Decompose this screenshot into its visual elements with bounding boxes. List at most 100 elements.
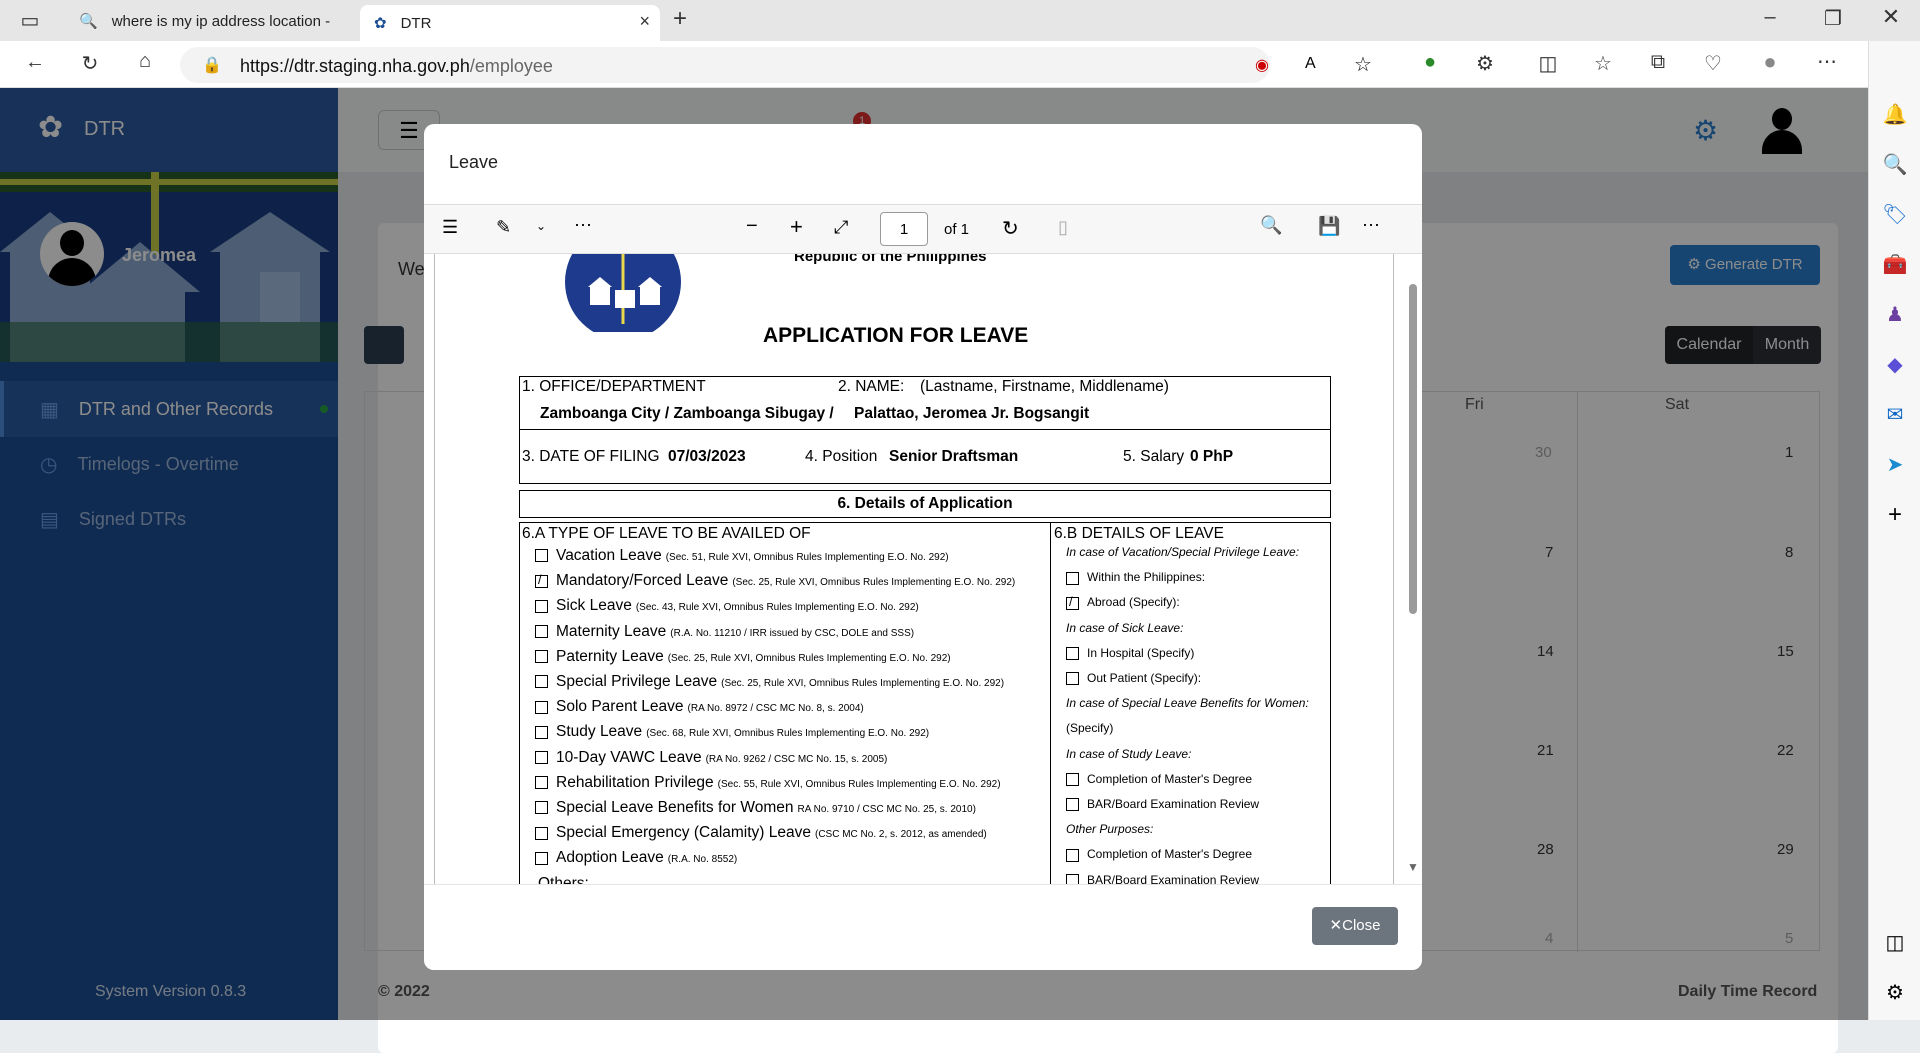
tab-title: where is my ip address location - bbox=[111, 12, 331, 30]
close-tab-icon[interactable]: × bbox=[639, 11, 650, 32]
address-bar-row: ← ↻ ⌂ 🔒 https://dtr.staging.nha.gov.ph/e… bbox=[0, 41, 1920, 88]
scroll-down-icon[interactable]: ▼ bbox=[1407, 860, 1419, 874]
leave-detail-text: Other Purposes: bbox=[1066, 822, 1154, 837]
page-number-input[interactable]: 1 bbox=[880, 212, 928, 246]
split-screen-icon[interactable]: ◫ bbox=[1533, 51, 1563, 76]
sidebar-toggle-icon[interactable]: ◫ bbox=[1881, 929, 1909, 957]
tools-icon[interactable]: 🧰 bbox=[1881, 251, 1909, 279]
leave-detail-text: In case of Sick Leave: bbox=[1066, 620, 1184, 635]
page-view-icon[interactable]: ▯ bbox=[1058, 217, 1068, 238]
checkbox[interactable] bbox=[535, 751, 548, 764]
microsoft365-icon[interactable]: ◆ bbox=[1881, 351, 1909, 379]
name-label: 2. NAME: bbox=[838, 378, 905, 395]
leave-type-row: Paternity Leave (Sec. 25, Rule XVI, Omnib… bbox=[535, 648, 951, 666]
read-aloud-icon[interactable]: A bbox=[1305, 55, 1316, 73]
outlook-icon[interactable]: ✉ bbox=[1881, 401, 1909, 429]
checkbox[interactable] bbox=[1066, 647, 1079, 661]
leave-type-label: Maternity Leave bbox=[556, 622, 667, 640]
performance-icon[interactable]: ♡ bbox=[1698, 51, 1728, 76]
checkbox[interactable] bbox=[535, 801, 548, 815]
new-tab-icon[interactable]: + bbox=[665, 5, 695, 33]
profile-icon[interactable]: ● bbox=[1755, 49, 1785, 75]
nha-logo-icon: ✿ bbox=[374, 15, 387, 32]
extensions-icon[interactable]: ⚙ bbox=[1470, 51, 1500, 76]
favorites-icon[interactable]: ☆ bbox=[1588, 51, 1618, 76]
url-text: https://dtr.staging.nha.gov.ph/employee bbox=[240, 56, 553, 76]
close-label: Close bbox=[1342, 917, 1381, 934]
home-icon[interactable]: ⌂ bbox=[130, 50, 160, 73]
pdf-scrollbar[interactable]: ▲ ▼ bbox=[1404, 254, 1422, 884]
checkbox[interactable] bbox=[535, 675, 548, 689]
leave-detail-text: BAR/Board Examination Review bbox=[1087, 797, 1260, 811]
checkbox[interactable] bbox=[535, 851, 548, 865]
leave-type-ref: (Sec. 25, Rule XVI, Omnibus Rules Implem… bbox=[667, 652, 951, 664]
close-window-icon[interactable]: ✕ bbox=[1876, 4, 1906, 30]
zoom-out-icon[interactable]: − bbox=[746, 215, 758, 238]
more-icon[interactable]: ⋯ bbox=[1362, 215, 1380, 236]
checkbox[interactable] bbox=[535, 776, 548, 790]
leave-type-row: Adoption Leave (R.A. No. 8552) bbox=[535, 849, 737, 867]
collections-icon[interactable]: ⧉ bbox=[1643, 51, 1673, 74]
back-icon[interactable]: ← bbox=[20, 51, 50, 74]
leave-detail-text: In Hospital (Specify) bbox=[1087, 645, 1195, 660]
draw-icon[interactable]: ✎ bbox=[496, 217, 511, 238]
browser-tab-search[interactable]: 🔍 where is my ip address location - bbox=[65, 5, 355, 37]
games-icon[interactable]: ♟ bbox=[1881, 301, 1909, 329]
checkbox[interactable] bbox=[535, 625, 548, 638]
notifications-icon[interactable]: 🔔 bbox=[1881, 101, 1909, 129]
scroll-thumb[interactable] bbox=[1409, 284, 1417, 614]
refresh-icon[interactable]: ↻ bbox=[75, 51, 105, 76]
restore-icon[interactable]: ❐ bbox=[1818, 6, 1848, 31]
checkbox[interactable] bbox=[1066, 773, 1079, 787]
settings-icon[interactable]: ⚙ bbox=[1881, 979, 1909, 1007]
zoom-in-icon[interactable]: + bbox=[790, 214, 803, 240]
url-field[interactable]: 🔒 https://dtr.staging.nha.gov.ph/employe… bbox=[180, 47, 1372, 83]
search-icon[interactable]: 🔍 bbox=[1260, 215, 1282, 236]
browser-tab-dtr[interactable]: ✿ DTR × bbox=[360, 5, 660, 41]
checkbox[interactable] bbox=[535, 725, 548, 739]
checkbox[interactable] bbox=[1066, 873, 1079, 884]
tab-actions-icon[interactable]: ▭ bbox=[15, 8, 45, 33]
checkbox[interactable] bbox=[1066, 571, 1079, 585]
save-icon[interactable]: 💾 bbox=[1318, 216, 1340, 237]
leave-detail-row: In case of Sick Leave: bbox=[1066, 621, 1183, 635]
edge-sidebar: 🔔 🔍 🏷 🧰 ♟ ◆ ✉ ➤ + ◫ ⚙ bbox=[1868, 41, 1920, 1020]
checkbox[interactable] bbox=[535, 549, 548, 563]
add-icon[interactable]: + bbox=[1881, 501, 1909, 529]
checkbox[interactable] bbox=[535, 599, 548, 613]
leave-type-row: Mandatory/Forced Leave(Sec. 25, Rule XVI… bbox=[535, 572, 1015, 590]
pdf-toolbar: ☰ ✎ ⌄ ⋯ − + ⤢ 1 of 1 ↻ ▯ 🔍 💾 ⋯ bbox=[424, 204, 1422, 254]
checkbox[interactable] bbox=[535, 826, 548, 840]
search-icon[interactable]: 🔍 bbox=[1881, 151, 1909, 179]
rotate-icon[interactable]: ↻ bbox=[1002, 216, 1019, 241]
checkbox[interactable] bbox=[535, 572, 548, 588]
checkbox[interactable] bbox=[1066, 798, 1079, 812]
more-tools-icon[interactable]: ⋯ bbox=[574, 215, 592, 236]
close-button[interactable]: ✕Close bbox=[1312, 907, 1398, 945]
fit-page-icon[interactable]: ⤢ bbox=[834, 217, 848, 238]
shopping-icon[interactable]: 🏷 bbox=[1881, 201, 1909, 229]
checkbox[interactable] bbox=[1066, 672, 1079, 686]
modal-title: Leave bbox=[449, 152, 499, 172]
leave-type-ref: (Sec. 51, Rule XVI, Omnibus Rules Implem… bbox=[665, 552, 949, 563]
leave-detail-row: Completion of Master's Degree bbox=[1066, 771, 1253, 787]
leave-type-row: Special Privilege Leave (Sec. 25, Rule XV… bbox=[535, 673, 1004, 691]
date-label: 3. DATE OF FILING bbox=[522, 448, 660, 465]
modal-footer bbox=[424, 884, 1422, 970]
favorite-star-icon[interactable]: ☆ bbox=[1354, 52, 1372, 77]
leave-type-ref: (R.A. No. 11210 / IRR issued by CSC, DOL… bbox=[670, 627, 915, 639]
leave-detail-text: BAR/Board Examination Review bbox=[1087, 872, 1260, 884]
chevron-down-icon[interactable]: ⌄ bbox=[536, 219, 546, 233]
extension-globe-icon[interactable]: ● bbox=[1415, 51, 1445, 74]
minimize-icon[interactable]: – bbox=[1755, 6, 1785, 29]
checkbox[interactable] bbox=[1066, 594, 1079, 610]
contents-icon[interactable]: ☰ bbox=[442, 217, 458, 238]
leave-type-row: Special Leave Benefits for Women RA No. 9… bbox=[535, 799, 976, 817]
checkbox[interactable] bbox=[535, 700, 548, 714]
send-icon[interactable]: ➤ bbox=[1881, 451, 1909, 479]
more-menu-icon[interactable]: ⋯ bbox=[1812, 49, 1842, 74]
leave-detail-text: Completion of Master's Degree bbox=[1087, 771, 1253, 786]
tracking-icon[interactable]: ◉ bbox=[1255, 55, 1269, 75]
checkbox[interactable] bbox=[1066, 848, 1079, 862]
checkbox[interactable] bbox=[535, 650, 548, 664]
